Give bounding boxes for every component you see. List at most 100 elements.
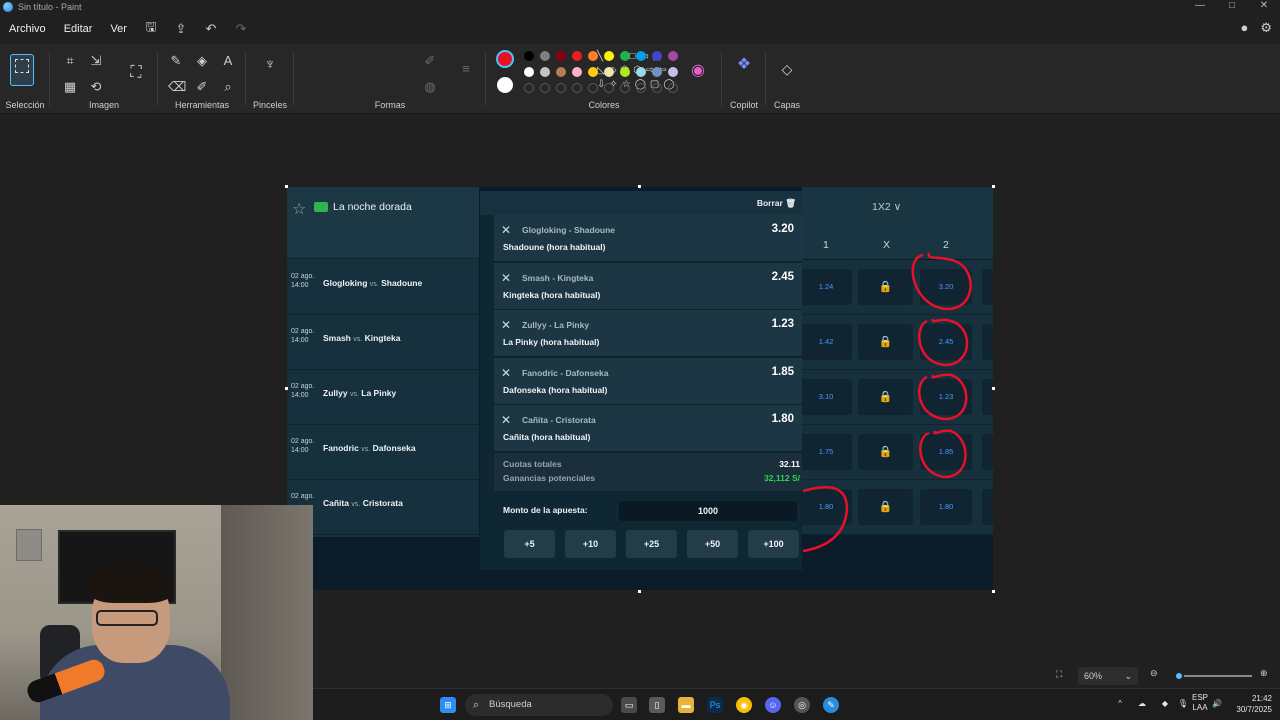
color-swatch[interactable] (572, 67, 582, 77)
resize-icon[interactable]: ⇲ (88, 54, 104, 68)
odds-button-more[interactable] (982, 324, 993, 360)
account-icon[interactable]: ● (1240, 20, 1248, 36)
match-row[interactable]: 02 ago. Cañita vs. Cristorata (287, 480, 479, 535)
favorite-star-icon[interactable]: ☆ (292, 199, 306, 219)
share-icon[interactable]: ⇪ (166, 21, 196, 37)
resize-handle-br[interactable] (992, 590, 995, 593)
remove-selection-icon[interactable]: ✕ (501, 223, 511, 237)
match-row[interactable]: 02 ago. 14:00 Glogloking vs. Shadoune (287, 260, 479, 315)
odds-button-away[interactable]: 1.23 (920, 379, 972, 415)
color-picker-icon[interactable]: ✐ (194, 80, 210, 94)
crop-icon[interactable]: ⌗ (62, 54, 78, 68)
defender-icon[interactable]: ◆ (1162, 699, 1168, 708)
zoom-level-select[interactable]: 60% ⌄ (1078, 667, 1138, 685)
color-swatch[interactable] (636, 67, 646, 77)
quick-amount-button[interactable]: +50 (687, 530, 738, 558)
clear-betslip-button[interactable]: Borrar 🗑 (757, 198, 796, 209)
magnifier-icon[interactable]: ⌕ (220, 80, 236, 94)
odds-button-draw-locked[interactable]: 🔒 (858, 269, 913, 305)
color-swatch[interactable] (636, 51, 646, 61)
remove-selection-icon[interactable]: ✕ (501, 413, 511, 427)
copilot-icon[interactable]: ❖ (736, 57, 752, 73)
odds-button-draw-locked[interactable]: 🔒 (858, 324, 913, 360)
chrome-icon[interactable]: ◉ (736, 697, 752, 713)
photoshop-icon[interactable]: Ps (707, 697, 723, 713)
custom-color-slot[interactable] (636, 83, 646, 93)
file-explorer-icon[interactable]: ▬ (678, 697, 694, 713)
rotate-icon[interactable]: ⟲ (88, 80, 104, 94)
custom-color-slot[interactable] (572, 83, 582, 93)
custom-color-slot[interactable] (668, 83, 678, 93)
close-icon[interactable]: ✕ (1248, 0, 1280, 11)
quick-amount-button[interactable]: +100 (748, 530, 799, 558)
custom-color-slot[interactable] (540, 83, 550, 93)
fill-bucket-icon[interactable]: ◈ (194, 54, 210, 68)
clock[interactable]: 21:42 30/7/2025 (1236, 693, 1272, 715)
edit-colors-icon[interactable]: ◉ (690, 63, 706, 79)
windows-start-icon[interactable]: ⊞ (440, 697, 456, 713)
quick-amount-button[interactable]: +10 (565, 530, 616, 558)
remove-selection-icon[interactable]: ✕ (501, 271, 511, 285)
image-select-icon[interactable]: ▦ (62, 80, 78, 94)
discord-icon[interactable]: ☺ (765, 697, 781, 713)
zoom-in-icon[interactable]: ⊕ (1260, 668, 1268, 679)
remove-selection-icon[interactable]: ✕ (501, 318, 511, 332)
menu-ver[interactable]: Ver (101, 23, 136, 35)
obs-icon[interactable]: ◎ (794, 697, 810, 713)
color-swatch[interactable] (556, 51, 566, 61)
color-swatch[interactable] (572, 51, 582, 61)
color-swatch[interactable] (652, 51, 662, 61)
color-swatch[interactable] (652, 67, 662, 77)
odds-button-home[interactable]: 1.80 (800, 489, 852, 525)
custom-color-slot[interactable] (620, 83, 630, 93)
custom-color-slot[interactable] (524, 83, 534, 93)
primary-color-swatch[interactable] (496, 50, 514, 68)
resize-handle-l[interactable] (285, 387, 288, 390)
color-swatch[interactable] (540, 51, 550, 61)
image-effects-icon[interactable]: ⛶ (128, 65, 144, 81)
custom-color-slot[interactable] (588, 83, 598, 93)
menu-archivo[interactable]: Archivo (0, 23, 55, 35)
save-icon[interactable]: 🖫 (136, 18, 166, 40)
pencil-icon[interactable]: ✎ (168, 54, 184, 68)
resize-handle-t[interactable] (638, 185, 641, 188)
eraser-icon[interactable]: ⌫ (168, 80, 186, 94)
resize-handle-r[interactable] (992, 387, 995, 390)
odds-button-more[interactable] (982, 379, 993, 415)
custom-color-slot[interactable] (604, 83, 614, 93)
match-row[interactable]: 02 ago. 14:00 Zullyy vs. La Pinky (287, 370, 479, 425)
odds-button-more[interactable] (982, 489, 993, 525)
mic-icon[interactable]: 🎙 (1178, 699, 1188, 708)
market-selector[interactable]: 1X2 ∨ (872, 201, 901, 213)
odds-button-away[interactable]: 1.85 (920, 434, 972, 470)
secondary-color-swatch[interactable] (497, 77, 513, 93)
shape-outline-icon[interactable]: ✐ (422, 54, 438, 68)
volume-icon[interactable]: 🔊 (1212, 699, 1222, 708)
custom-color-slot[interactable] (556, 83, 566, 93)
odds-button-away[interactable]: 2.45 (920, 324, 972, 360)
stake-input[interactable]: 1000 (619, 501, 797, 521)
menu-editar[interactable]: Editar (55, 23, 102, 35)
taskbar-search[interactable]: ⌕ Búsqueda (465, 694, 613, 716)
resize-handle-tr[interactable] (992, 185, 995, 188)
odds-button-away[interactable]: 1.80 (920, 489, 972, 525)
match-row[interactable]: 02 ago. 14:00 Fanodric vs. Dafonseka (287, 425, 479, 480)
zoom-slider-thumb[interactable] (1174, 671, 1184, 681)
onedrive-icon[interactable]: ☁ (1138, 699, 1146, 708)
odds-button-away[interactable]: 3.20 (920, 269, 972, 305)
layers-icon[interactable]: ◇ (779, 62, 795, 76)
minimize-icon[interactable]: — (1184, 0, 1216, 11)
brush-icon[interactable]: ♆ (262, 57, 278, 72)
maximize-icon[interactable]: □ (1216, 0, 1248, 11)
task-view-icon[interactable]: ▭ (621, 697, 637, 713)
text-tool-icon[interactable]: A (220, 54, 236, 68)
odds-button-draw-locked[interactable]: 🔒 (858, 379, 913, 415)
input-language[interactable]: ESP LAA (1192, 693, 1208, 713)
color-swatch[interactable] (668, 51, 678, 61)
color-swatch[interactable] (588, 67, 598, 77)
match-row[interactable]: 02 ago. 14:00 Smash vs. Kingteka (287, 315, 479, 370)
odds-button-home[interactable]: 3.10 (800, 379, 852, 415)
paint-taskbar-icon[interactable]: ✎ (823, 697, 839, 713)
zoom-slider[interactable] (1176, 675, 1252, 677)
color-swatch[interactable] (668, 67, 678, 77)
